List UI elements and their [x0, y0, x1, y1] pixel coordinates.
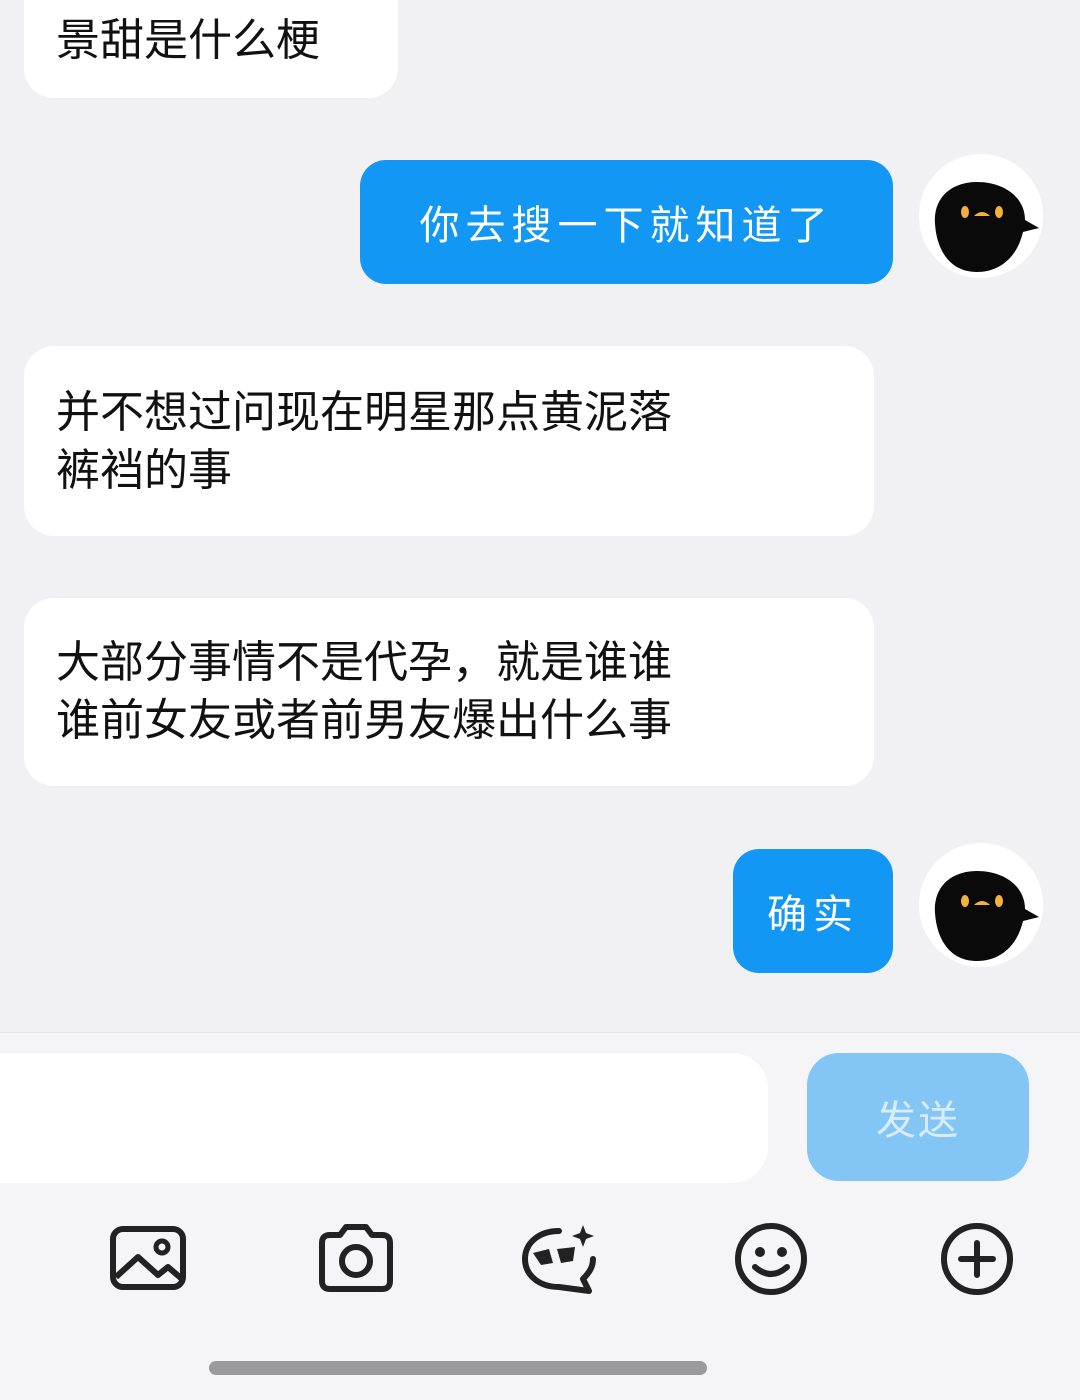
send-button-label: 发送 — [876, 1098, 960, 1144]
home-indicator[interactable] — [209, 1361, 707, 1375]
emoji-icon[interactable] — [731, 1219, 811, 1299]
user-avatar[interactable] — [919, 843, 1043, 967]
message-bubble-incoming[interactable]: 大部分事情不是代孕，就是谁谁 谁前女友或者前男友爆出什么事 — [24, 598, 874, 786]
message-text-line: 裤裆的事 — [56, 445, 232, 496]
user-avatar[interactable] — [919, 154, 1043, 278]
message-bubble-incoming[interactable]: 景甜是什么梗 — [24, 0, 398, 98]
message-text-line: 大部分事情不是代孕，就是谁谁 — [56, 637, 672, 688]
camera-icon[interactable] — [316, 1219, 396, 1299]
composer-bar: 发送 — [0, 1032, 1080, 1400]
message-text: 确实 — [767, 892, 859, 938]
message-text: 你去搜一下就知道了 — [419, 203, 834, 249]
message-text-line: 并不想过问现在明星那点黄泥落 — [56, 387, 672, 438]
plus-icon[interactable] — [937, 1219, 1017, 1299]
image-icon[interactable] — [108, 1219, 188, 1299]
message-input[interactable] — [0, 1053, 768, 1183]
message-bubble-outgoing[interactable]: 你去搜一下就知道了 — [360, 160, 893, 284]
message-text: 景甜是什么梗 — [56, 15, 320, 66]
send-button[interactable]: 发送 — [807, 1053, 1029, 1181]
bird-avatar-icon — [919, 843, 1043, 967]
chat-message-list[interactable]: 景甜是什么梗 你去搜一下就知道了 并不想过问现在明星那点黄泥落 裤裆的事 大部分… — [0, 0, 1080, 1032]
bird-avatar-icon — [919, 154, 1043, 278]
message-text-line: 谁前女友或者前男友爆出什么事 — [56, 695, 672, 746]
ai-sticker-icon[interactable] — [519, 1219, 599, 1299]
message-bubble-incoming[interactable]: 并不想过问现在明星那点黄泥落 裤裆的事 — [24, 346, 874, 536]
message-bubble-outgoing[interactable]: 确实 — [733, 849, 893, 973]
